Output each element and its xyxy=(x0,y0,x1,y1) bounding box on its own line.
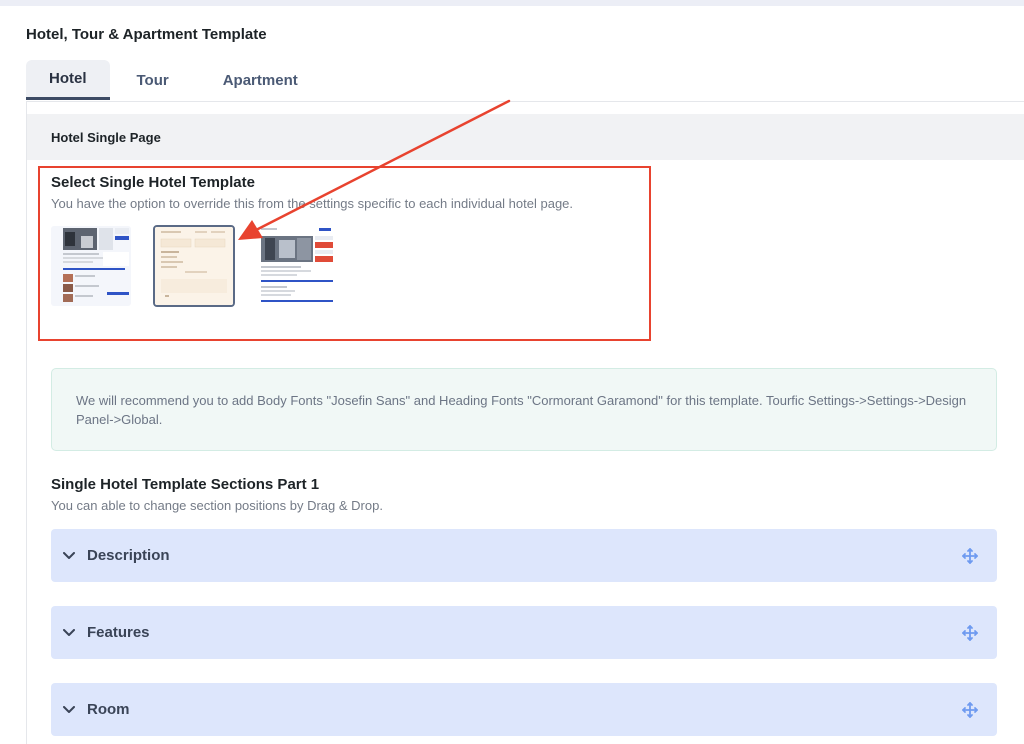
template-preview-2-image xyxy=(155,227,233,305)
template-thumbnail-3[interactable] xyxy=(257,226,337,306)
template-preview-3-image xyxy=(257,226,337,306)
hotel-tab-panel: Hotel Single Page Select Single Hotel Te… xyxy=(26,101,1024,744)
top-strip xyxy=(0,0,1024,6)
tab-tour[interactable]: Tour xyxy=(110,60,196,100)
tab-apartment[interactable]: Apartment xyxy=(196,60,325,100)
template-thumbnail-2[interactable] xyxy=(153,225,235,307)
section-item-room[interactable]: Room xyxy=(51,683,997,736)
chevron-down-icon[interactable] xyxy=(61,548,77,564)
move-icon[interactable] xyxy=(961,547,979,565)
chevron-down-icon[interactable] xyxy=(61,702,77,718)
sections-heading: Single Hotel Template Sections Part 1 xyxy=(51,476,320,493)
hotel-single-page-header: Hotel Single Page xyxy=(27,114,1024,160)
sections-description: You can able to change section positions… xyxy=(51,498,383,513)
select-template-heading: Select Single Hotel Template xyxy=(51,174,255,191)
chevron-down-icon[interactable] xyxy=(61,625,77,641)
move-icon[interactable] xyxy=(961,701,979,719)
move-icon[interactable] xyxy=(961,624,979,642)
section-item-label: Features xyxy=(87,624,150,641)
section-item-features[interactable]: Features xyxy=(51,606,997,659)
template-preview-1-image xyxy=(51,226,131,306)
template-tabs: Hotel Tour Apartment xyxy=(26,60,325,100)
select-template-description: You have the option to override this fro… xyxy=(51,196,574,211)
tab-hotel[interactable]: Hotel xyxy=(26,60,110,100)
section-item-description[interactable]: Description xyxy=(51,529,997,582)
section-item-label: Description xyxy=(87,547,170,564)
template-thumbnail-1[interactable] xyxy=(51,226,131,306)
page-title: Hotel, Tour & Apartment Template xyxy=(26,26,267,43)
section-item-label: Room xyxy=(87,701,130,718)
font-recommendation-notice: We will recommend you to add Body Fonts … xyxy=(51,368,997,451)
